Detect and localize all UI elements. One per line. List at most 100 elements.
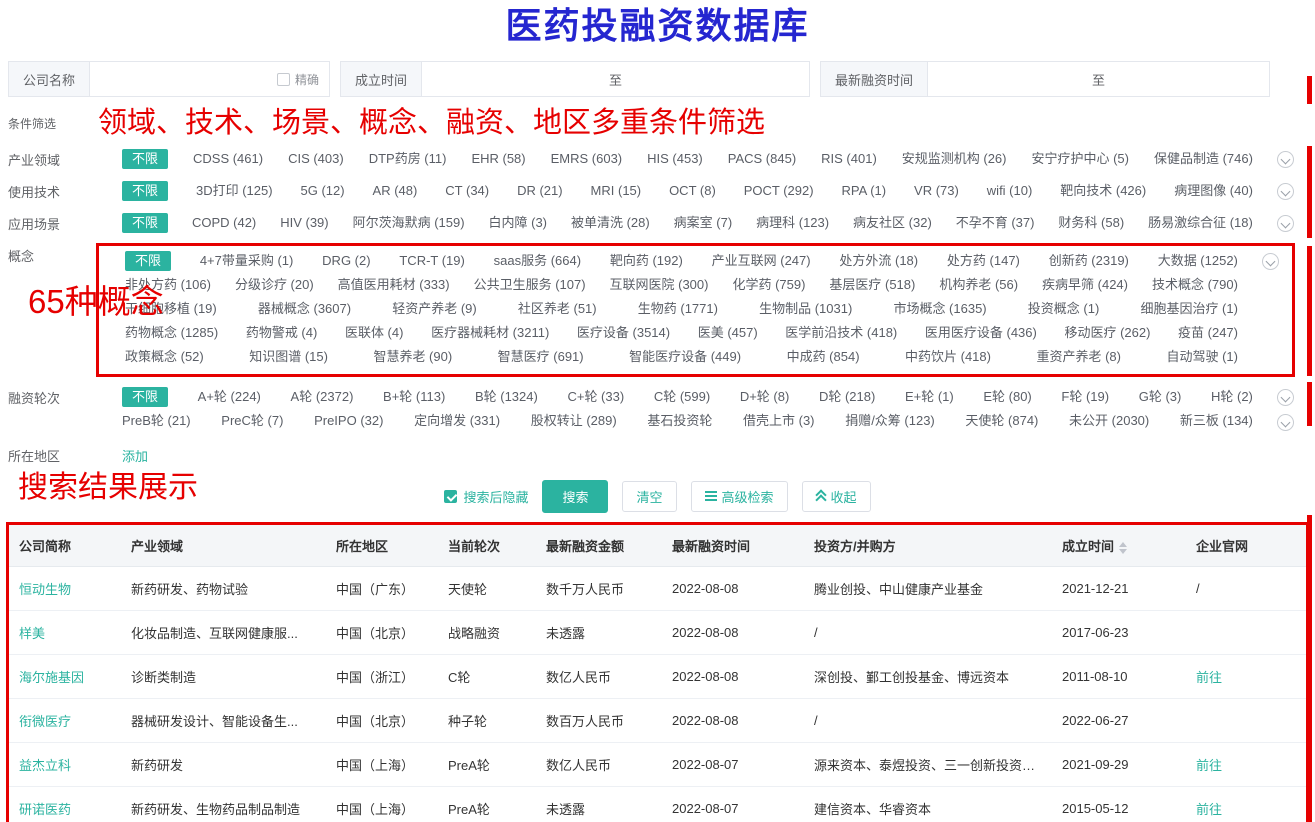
filter-option[interactable]: 中药饮片 (418) — [905, 347, 991, 367]
filter-option[interactable]: 大数据 (1252) — [1158, 251, 1238, 271]
filter-option[interactable]: DRG (2) — [322, 251, 370, 271]
filter-option[interactable]: POCT (292) — [744, 181, 814, 201]
filter-option[interactable]: D轮 (218) — [819, 387, 875, 407]
hide-after-search-toggle[interactable]: 搜索后隐藏 — [444, 487, 528, 506]
filter-option[interactable]: 医联体 (4) — [345, 323, 404, 343]
chevron-down-icon[interactable] — [1262, 253, 1279, 270]
filter-option[interactable]: 天使轮 (874) — [965, 411, 1038, 431]
unlimited-button[interactable]: 不限 — [122, 181, 168, 201]
chevron-down-icon[interactable] — [1277, 215, 1294, 232]
filter-option[interactable]: VR (73) — [914, 181, 959, 201]
filter-option[interactable]: 细胞基因治疗 (1) — [1140, 299, 1238, 319]
filter-option[interactable]: CIS (403) — [288, 149, 344, 169]
filter-option[interactable]: 疾病早筛 (424) — [1042, 275, 1128, 295]
filter-option[interactable]: 股权转让 (289) — [531, 411, 617, 431]
company-link[interactable]: 恒动生物 — [19, 582, 71, 597]
filter-option[interactable]: 干细胞移植 (19) — [125, 299, 217, 319]
chevron-down-icon[interactable] — [1277, 389, 1294, 406]
filter-option[interactable]: 轻资产养老 (9) — [392, 299, 477, 319]
filter-option[interactable]: 移动医疗 (262) — [1064, 323, 1150, 343]
filter-option[interactable]: 药物警戒 (4) — [246, 323, 318, 343]
filter-option[interactable]: 医用医疗设备 (436) — [925, 323, 1037, 343]
company-link[interactable]: 衔微医疗 — [19, 714, 71, 729]
filter-option[interactable]: 不孕不育 (37) — [956, 213, 1035, 233]
filter-option[interactable]: 处方药 (147) — [947, 251, 1020, 271]
filter-option[interactable]: 病友社区 (32) — [853, 213, 932, 233]
filter-option[interactable]: 非处方药 (106) — [125, 275, 211, 295]
filter-option[interactable]: F轮 (19) — [1061, 387, 1109, 407]
exact-checkbox[interactable] — [277, 73, 290, 86]
sort-icon[interactable] — [1119, 542, 1127, 554]
filter-option[interactable]: PreC轮 (7) — [221, 411, 283, 431]
filter-option[interactable]: 智能医疗设备 (449) — [629, 347, 741, 367]
company-link[interactable]: 海尔施基因 — [19, 670, 84, 685]
filter-option[interactable]: 医疗设备 (3514) — [577, 323, 670, 343]
filter-option[interactable]: 靶向药 (192) — [610, 251, 683, 271]
unlimited-button[interactable]: 不限 — [122, 387, 168, 407]
filter-option[interactable]: 新三板 (134) — [1180, 411, 1253, 431]
filter-option[interactable]: 智慧医疗 (691) — [498, 347, 584, 367]
website-link[interactable]: 前往 — [1196, 802, 1222, 817]
company-link[interactable]: 样美 — [19, 626, 45, 641]
filter-option[interactable]: 病案室 (7) — [674, 213, 733, 233]
filter-option[interactable]: 创新药 (2319) — [1049, 251, 1129, 271]
filter-option[interactable]: 化学药 (759) — [732, 275, 805, 295]
filter-option[interactable]: 市场概念 (1635) — [893, 299, 986, 319]
filter-option[interactable]: 基层医疗 (518) — [829, 275, 915, 295]
filter-option[interactable]: 医学前沿技术 (418) — [785, 323, 897, 343]
chevron-down-icon[interactable] — [1277, 151, 1294, 168]
filter-option[interactable]: 未公开 (2030) — [1069, 411, 1149, 431]
filter-option[interactable]: PreIPO (32) — [314, 411, 383, 431]
filter-option[interactable]: 安宁疗护中心 (5) — [1031, 149, 1129, 169]
filter-option[interactable]: 靶向技术 (426) — [1060, 181, 1146, 201]
filter-option[interactable]: 技术概念 (790) — [1152, 275, 1238, 295]
filter-option[interactable]: 智慧养老 (90) — [373, 347, 452, 367]
chevron-down-icon[interactable] — [1277, 183, 1294, 200]
filter-option[interactable]: COPD (42) — [192, 213, 256, 233]
filter-option[interactable]: 定向增发 (331) — [414, 411, 500, 431]
filter-option[interactable]: 政策概念 (52) — [125, 347, 204, 367]
filter-option[interactable]: 保健品制造 (746) — [1154, 149, 1253, 169]
latest-financing-start-input[interactable] — [936, 72, 1082, 87]
filter-option[interactable]: CDSS (461) — [193, 149, 263, 169]
filter-option[interactable]: 药物概念 (1285) — [125, 323, 218, 343]
filter-option[interactable]: RPA (1) — [842, 181, 887, 201]
filter-option[interactable]: A+轮 (224) — [198, 387, 261, 407]
filter-option[interactable]: DR (21) — [517, 181, 563, 201]
filter-option[interactable]: 器械概念 (3607) — [258, 299, 351, 319]
filter-option[interactable]: 高值医用耗材 (333) — [338, 275, 450, 295]
unlimited-button[interactable]: 不限 — [122, 213, 168, 233]
filter-option[interactable]: 5G (12) — [301, 181, 345, 201]
filter-option[interactable]: DTP药房 (11) — [369, 149, 447, 169]
filter-option[interactable]: 自动驾驶 (1) — [1166, 347, 1238, 367]
established-end-input[interactable] — [632, 72, 801, 87]
filter-option[interactable]: 公共卫生服务 (107) — [474, 275, 586, 295]
filter-option[interactable]: 病理图像 (40) — [1174, 181, 1253, 201]
filter-option[interactable]: 安规监测机构 (26) — [902, 149, 1007, 169]
filter-option[interactable]: 3D打印 (125) — [196, 181, 273, 201]
filter-option[interactable]: 疫苗 (247) — [1178, 323, 1238, 343]
filter-option[interactable]: EHR (58) — [471, 149, 525, 169]
filter-option[interactable]: 财务科 (58) — [1058, 213, 1124, 233]
company-link[interactable]: 研诺医药 — [19, 802, 71, 817]
filter-option[interactable]: saas服务 (664) — [494, 251, 581, 271]
advanced-search-button[interactable]: 高级检索 — [691, 481, 788, 512]
filter-option[interactable]: 处方外流 (18) — [839, 251, 918, 271]
filter-option[interactable]: E+轮 (1) — [905, 387, 954, 407]
filter-option[interactable]: 中成药 (854) — [787, 347, 860, 367]
hide-after-search-checkbox[interactable] — [444, 490, 457, 503]
filter-option[interactable]: 白内障 (3) — [489, 213, 548, 233]
filter-option[interactable]: AR (48) — [373, 181, 418, 201]
established-start-input[interactable] — [430, 72, 599, 87]
website-link[interactable]: 前往 — [1196, 670, 1222, 685]
filter-option[interactable]: 医美 (457) — [698, 323, 758, 343]
filter-option[interactable]: PACS (845) — [728, 149, 796, 169]
filter-option[interactable]: 4+7带量采购 (1) — [200, 251, 294, 271]
filter-option[interactable]: 机构养老 (56) — [939, 275, 1018, 295]
filter-option[interactable]: RIS (401) — [821, 149, 877, 169]
chevron-down-icon[interactable] — [1277, 414, 1294, 431]
filter-option[interactable]: 阿尔茨海默病 (159) — [353, 213, 465, 233]
filter-option[interactable]: 基石投资轮 — [647, 411, 712, 431]
filter-option[interactable]: TCR-T (19) — [399, 251, 464, 271]
filter-option[interactable]: HIS (453) — [647, 149, 703, 169]
